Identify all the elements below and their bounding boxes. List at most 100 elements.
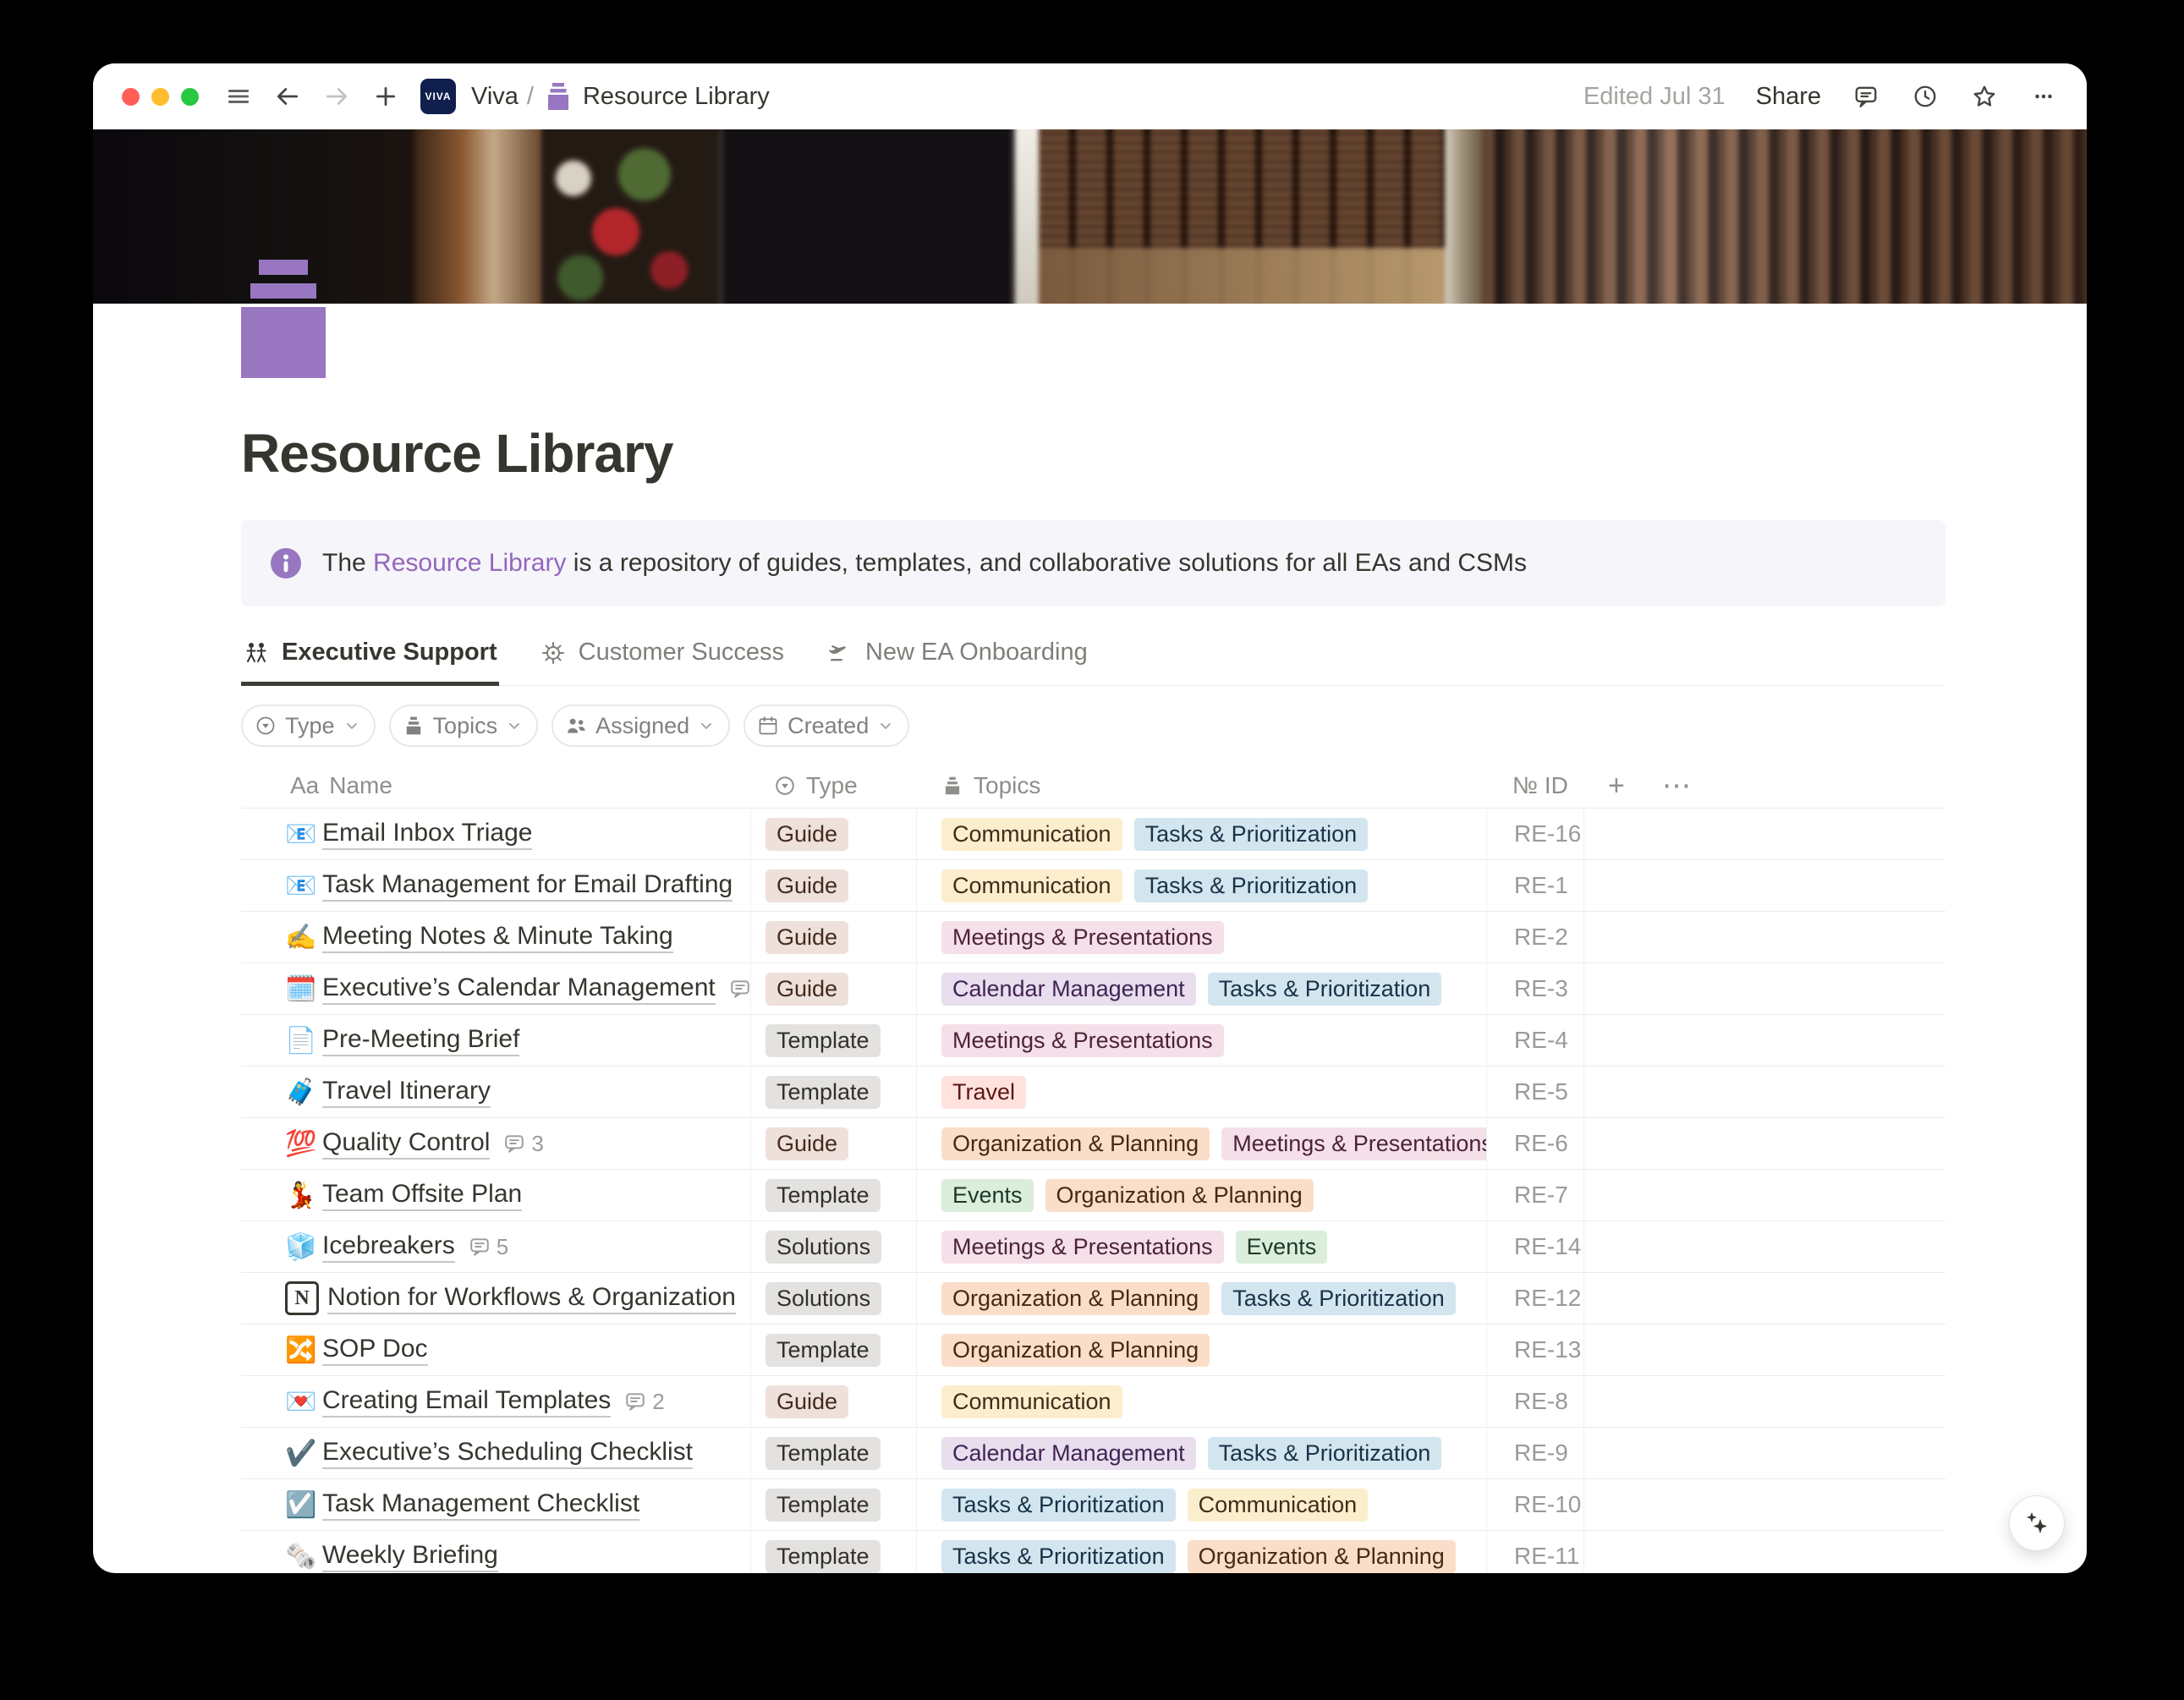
type-cell[interactable]: Guide <box>751 809 917 859</box>
id-cell[interactable]: RE-5 <box>1487 1067 1584 1117</box>
filter-topics[interactable]: Topics <box>389 705 539 747</box>
topic-tag[interactable]: Calendar Management <box>941 1437 1196 1470</box>
column-header-topics[interactable]: Topics <box>917 764 1487 808</box>
page-link[interactable]: SOP Doc <box>322 1335 428 1366</box>
zoom-button[interactable] <box>181 88 199 106</box>
topics-cell[interactable]: Communication <box>917 1376 1487 1427</box>
type-tag[interactable]: Guide <box>765 921 848 954</box>
page-link[interactable]: Executive’s Calendar Management <box>322 973 716 1005</box>
type-cell[interactable]: Template <box>751 1531 917 1573</box>
type-cell[interactable]: Template <box>751 1479 917 1530</box>
type-cell[interactable]: Template <box>751 1170 917 1220</box>
type-tag[interactable]: Guide <box>765 869 848 902</box>
topic-tag[interactable]: Organization & Planning <box>941 1334 1210 1367</box>
notion-ai-button[interactable] <box>2009 1495 2065 1551</box>
page-link[interactable]: Travel Itinerary <box>322 1077 491 1108</box>
topics-cell[interactable]: Organization & Planning <box>917 1324 1487 1375</box>
type-cell[interactable]: Template <box>751 1015 917 1066</box>
topics-cell[interactable]: Organization & PlanningTasks & Prioritiz… <box>917 1273 1487 1324</box>
id-cell[interactable]: RE-11 <box>1487 1531 1584 1573</box>
close-button[interactable] <box>122 88 140 106</box>
history-icon[interactable] <box>1911 82 1940 111</box>
id-cell[interactable]: RE-3 <box>1487 963 1584 1014</box>
type-tag[interactable]: Guide <box>765 1385 848 1418</box>
filter-type[interactable]: Type <box>241 705 376 747</box>
topic-tag[interactable]: Meetings & Presentations <box>1221 1127 1487 1160</box>
page-link[interactable]: Quality Control <box>322 1128 490 1160</box>
breadcrumb-page[interactable]: Resource Library <box>583 83 770 111</box>
page-link[interactable]: Weekly Briefing <box>322 1541 498 1572</box>
more-options-icon[interactable] <box>2029 82 2058 111</box>
forward-icon[interactable] <box>322 82 351 111</box>
page-link[interactable]: Task Management Checklist <box>322 1489 639 1521</box>
page-link[interactable]: Creating Email Templates <box>322 1386 611 1418</box>
type-cell[interactable]: Template <box>751 1428 917 1478</box>
page-link[interactable]: Meeting Notes & Minute Taking <box>322 922 673 953</box>
id-cell[interactable]: RE-2 <box>1487 912 1584 962</box>
topic-tag[interactable]: Meetings & Presentations <box>941 1024 1224 1057</box>
topic-tag[interactable]: Events <box>941 1179 1034 1212</box>
type-tag[interactable]: Guide <box>765 818 848 851</box>
topics-cell[interactable]: Travel <box>917 1067 1487 1117</box>
page-link[interactable]: Icebreakers <box>322 1231 455 1263</box>
topics-cell[interactable]: Tasks & PrioritizationCommunication <box>917 1479 1487 1530</box>
topics-cell[interactable]: Events Organization & Planning <box>917 1170 1487 1220</box>
comment-badge[interactable]: 3 <box>503 1131 543 1157</box>
comments-icon[interactable] <box>1852 82 1880 111</box>
topic-tag[interactable]: Communication <box>1188 1489 1369 1522</box>
topic-tag[interactable]: Organization & Planning <box>1045 1179 1314 1212</box>
topics-cell[interactable]: Calendar Management Tasks & Prioritizatio… <box>917 1428 1487 1478</box>
column-header-name[interactable]: Aa Name <box>241 764 751 808</box>
id-cell[interactable]: RE-16 <box>1487 809 1584 859</box>
topics-cell[interactable]: Organization & Planning Meetings & Presen… <box>917 1118 1487 1169</box>
filter-created[interactable]: Created <box>744 705 909 747</box>
page-link[interactable]: Team Offsite Plan <box>322 1180 522 1211</box>
type-tag[interactable]: Solutions <box>765 1231 881 1264</box>
page-link[interactable]: Task Management for Email Drafting <box>322 870 733 902</box>
page-link[interactable]: Executive’s Scheduling Checklist <box>322 1438 693 1469</box>
topics-cell[interactable]: Calendar ManagementTasks & Prioritizatio… <box>917 963 1487 1014</box>
type-tag[interactable]: Template <box>765 1179 881 1212</box>
comment-badge[interactable]: 1 <box>729 976 751 1002</box>
column-header-type[interactable]: Type <box>751 764 917 808</box>
topics-cell[interactable]: CommunicationTasks & Prioritization <box>917 809 1487 859</box>
page-icon-archive[interactable] <box>241 260 326 378</box>
topic-tag[interactable]: Communication <box>941 869 1122 902</box>
type-cell[interactable]: Guide <box>751 1118 917 1169</box>
id-cell[interactable]: RE-9 <box>1487 1428 1584 1478</box>
type-tag[interactable]: Template <box>765 1334 881 1367</box>
type-tag[interactable]: Guide <box>765 973 848 1006</box>
topic-tag[interactable]: Tasks & Prioritization <box>1221 1282 1456 1315</box>
id-cell[interactable]: RE-12 <box>1487 1273 1584 1324</box>
topic-tag[interactable]: Events <box>1236 1231 1328 1264</box>
comment-badge[interactable]: 2 <box>624 1389 664 1415</box>
type-cell[interactable]: Guide <box>751 912 917 962</box>
topics-cell[interactable]: Communication Tasks & Prioritization <box>917 860 1487 911</box>
edited-timestamp[interactable]: Edited Jul 31 <box>1583 83 1726 111</box>
topics-cell[interactable]: Meetings & Presentations <box>917 1015 1487 1066</box>
topic-tag[interactable]: Meetings & Presentations <box>941 921 1224 954</box>
back-icon[interactable] <box>273 82 302 111</box>
new-page-icon[interactable] <box>371 82 400 111</box>
type-cell[interactable]: Solutions <box>751 1273 917 1324</box>
type-cell[interactable]: Solutions <box>751 1221 917 1272</box>
topic-tag[interactable]: Tasks & Prioritization <box>1208 1437 1442 1470</box>
type-tag[interactable]: Template <box>765 1489 881 1522</box>
topic-tag[interactable]: Tasks & Prioritization <box>1134 869 1369 902</box>
column-header-id[interactable]: № ID <box>1487 764 1584 808</box>
id-cell[interactable]: RE-8 <box>1487 1376 1584 1427</box>
filter-assigned[interactable]: Assigned <box>551 705 730 747</box>
minimize-button[interactable] <box>151 88 169 106</box>
favorite-star-icon[interactable] <box>1970 82 1999 111</box>
comment-badge[interactable]: 5 <box>469 1234 508 1260</box>
resource-library-link[interactable]: Resource Library <box>373 549 566 577</box>
tab-customer-success[interactable]: Customer Success <box>538 628 786 686</box>
id-cell[interactable]: RE-7 <box>1487 1170 1584 1220</box>
topic-tag[interactable]: Tasks & Prioritization <box>1208 973 1442 1006</box>
type-cell[interactable]: Guide <box>751 860 917 911</box>
breadcrumb-workspace[interactable]: Viva <box>471 83 519 111</box>
workspace-logo[interactable]: VIVA <box>420 79 456 114</box>
topic-tag[interactable]: Organization & Planning <box>941 1127 1210 1160</box>
id-cell[interactable]: RE-10 <box>1487 1479 1584 1530</box>
type-tag[interactable]: Template <box>765 1024 881 1057</box>
